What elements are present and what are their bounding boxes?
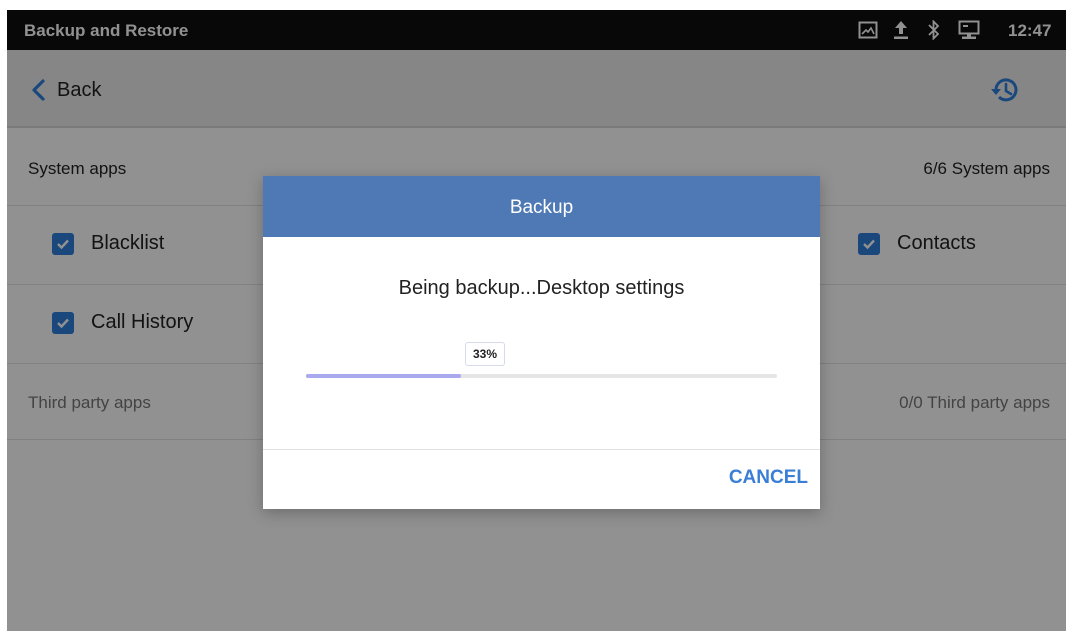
backup-dialog: Backup Being backup...Desktop settings 3… <box>263 176 820 509</box>
dialog-divider <box>263 449 820 450</box>
cancel-button[interactable]: CANCEL <box>729 467 808 489</box>
progress-bar-fill <box>306 374 462 378</box>
dialog-header: Backup <box>263 176 820 237</box>
dialog-title: Backup <box>509 197 574 218</box>
progress-bar <box>306 374 777 378</box>
progress-percent-label: 33% <box>465 342 506 366</box>
dialog-message: Being backup...Desktop settings <box>398 277 685 299</box>
screen: Backup and Restore 12:47 Back System app… <box>7 10 1066 631</box>
